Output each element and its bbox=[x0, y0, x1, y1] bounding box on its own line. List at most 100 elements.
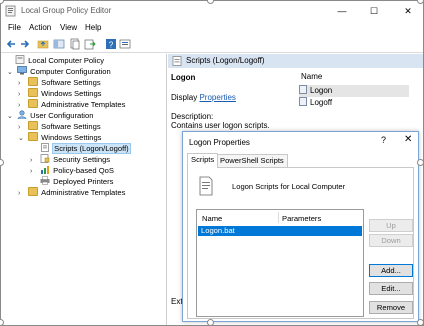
chevron-down-icon[interactable]: ⌄ bbox=[18, 133, 26, 144]
folder-icon bbox=[28, 77, 39, 86]
tree-label: Software Settings bbox=[41, 78, 101, 87]
copy-icon[interactable] bbox=[69, 38, 81, 50]
user-icon bbox=[17, 110, 27, 119]
console-tree: Local Computer Policy ⌄ Computer Configu… bbox=[1, 54, 167, 325]
item-title: Logon bbox=[171, 73, 196, 82]
add-button[interactable]: Add... bbox=[369, 264, 413, 277]
printer-icon bbox=[40, 176, 50, 185]
properties-icon[interactable] bbox=[119, 38, 131, 50]
tree-item-policy-based-qos[interactable]: › Policy-based QoS bbox=[30, 165, 114, 176]
tree-item-scripts-logon-logoff[interactable]: Scripts (Logon/Logoff) bbox=[30, 143, 131, 154]
security-icon bbox=[40, 154, 50, 163]
script-icon bbox=[299, 85, 307, 94]
script-icon bbox=[299, 97, 307, 106]
down-button[interactable]: Down bbox=[369, 234, 413, 247]
chevron-right-icon[interactable]: › bbox=[18, 188, 26, 199]
show-hide-tree-icon[interactable] bbox=[53, 38, 65, 50]
folder-icon bbox=[28, 187, 39, 196]
list-item-logoff[interactable]: Logoff bbox=[299, 97, 409, 109]
tree-label: Policy-based QoS bbox=[53, 166, 114, 175]
chevron-down-icon[interactable]: ⌄ bbox=[7, 111, 15, 122]
tree-label: Scripts (Logon/Logoff) bbox=[52, 143, 131, 154]
tree-item-computer-configuration[interactable]: ⌄ Computer Configuration bbox=[7, 66, 111, 77]
detail-header-title: Scripts (Logon/Logoff) bbox=[186, 56, 265, 65]
computer-icon bbox=[17, 66, 27, 75]
menu-file[interactable]: File bbox=[8, 23, 21, 32]
tree-item-user-configuration[interactable]: ⌄ User Configuration bbox=[7, 110, 93, 121]
chevron-down-icon[interactable]: ⌄ bbox=[7, 67, 15, 78]
title-bar[interactable]: Local Group Policy Editor — ☐ ✕ bbox=[1, 1, 423, 21]
tree-label: Administrative Templates bbox=[41, 188, 126, 197]
folder-icon bbox=[28, 99, 39, 108]
folder-icon bbox=[28, 132, 39, 141]
name-column-header[interactable]: Name bbox=[301, 72, 322, 81]
list-item-label: Logoff bbox=[310, 98, 333, 107]
script-icon bbox=[172, 56, 182, 66]
tree-label: Software Settings bbox=[41, 122, 101, 131]
back-arrow-icon[interactable] bbox=[5, 38, 17, 50]
scripts-tab-panel: Logon Scripts for Local Computer Name Pa… bbox=[187, 167, 414, 319]
detail-header: Scripts (Logon/Logoff) bbox=[168, 54, 423, 68]
scripts-section-title: Logon Scripts for Local Computer bbox=[232, 182, 346, 191]
tree-item-software-settings[interactable]: › Software Settings bbox=[18, 77, 101, 88]
tab-powershell-scripts[interactable]: PowerShell Scripts bbox=[216, 154, 288, 167]
window-title: Local Group Policy Editor bbox=[21, 6, 112, 15]
list-item-label: Logon bbox=[310, 86, 333, 95]
tree-item-deployed-printers[interactable]: Deployed Printers bbox=[30, 176, 113, 187]
tree-item-local-computer-policy[interactable]: Local Computer Policy bbox=[5, 55, 104, 66]
forward-arrow-icon[interactable] bbox=[19, 38, 31, 50]
tree-label: User Configuration bbox=[30, 111, 94, 120]
column-header-name[interactable]: Name bbox=[202, 214, 222, 223]
maximize-button[interactable]: ☐ bbox=[359, 1, 389, 21]
policy-editor-icon bbox=[5, 5, 16, 17]
menu-action[interactable]: Action bbox=[29, 23, 51, 32]
dialog-title: Logon Properties bbox=[189, 138, 250, 147]
remove-button[interactable]: Remove bbox=[369, 301, 413, 314]
tree-label: Windows Settings bbox=[41, 133, 102, 142]
tree-item-windows-settings[interactable]: › Windows Settings bbox=[18, 88, 101, 99]
tree-label: Deployed Printers bbox=[53, 177, 114, 186]
tree-item-user-windows-settings[interactable]: ⌄ Windows Settings bbox=[18, 132, 101, 143]
menu-help[interactable]: Help bbox=[85, 23, 101, 32]
folder-icon bbox=[28, 121, 39, 130]
tree-item-administrative-templates[interactable]: › Administrative Templates bbox=[18, 99, 125, 110]
toolbar: ? bbox=[1, 35, 423, 53]
tree-label: Administrative Templates bbox=[41, 100, 126, 109]
help-button[interactable]: ? bbox=[381, 135, 386, 145]
list-item-logon[interactable]: Logon bbox=[299, 85, 409, 97]
column-header-parameters[interactable]: Parameters bbox=[282, 214, 321, 223]
resize-handle[interactable] bbox=[207, 319, 214, 326]
edit-button[interactable]: Edit... bbox=[369, 282, 413, 295]
up-folder-icon[interactable] bbox=[37, 38, 49, 50]
tree-item-user-software-settings[interactable]: › Software Settings bbox=[18, 121, 101, 132]
scripts-table: Name Parameters Logon.bat bbox=[196, 209, 364, 317]
menu-bar: File Action View Help bbox=[1, 21, 423, 35]
menu-view[interactable]: View bbox=[60, 23, 77, 32]
policy-icon bbox=[15, 55, 25, 64]
table-row[interactable]: Logon.bat bbox=[198, 226, 362, 236]
extended-tab[interactable]: Ext bbox=[171, 297, 183, 306]
resize-handle[interactable] bbox=[417, 319, 424, 326]
tree-label: Windows Settings bbox=[41, 89, 102, 98]
close-button[interactable]: ✕ bbox=[393, 1, 423, 21]
qos-chart-icon bbox=[41, 166, 50, 174]
folder-icon bbox=[28, 88, 39, 97]
up-button[interactable]: Up bbox=[369, 219, 413, 232]
tree-item-security-settings[interactable]: › Security Settings bbox=[30, 154, 110, 165]
display-properties-row: Display Properties bbox=[171, 93, 236, 102]
display-label: Display bbox=[171, 93, 198, 102]
export-icon[interactable] bbox=[84, 38, 96, 50]
resize-handle[interactable] bbox=[417, 159, 424, 166]
column-divider[interactable] bbox=[278, 212, 279, 223]
properties-link[interactable]: Properties bbox=[199, 93, 235, 102]
tree-item-user-administrative-templates[interactable]: › Administrative Templates bbox=[18, 187, 125, 198]
help-icon[interactable]: ? bbox=[105, 38, 117, 50]
script-document-icon bbox=[199, 176, 213, 196]
logon-properties-dialog: Logon Properties ? ✕ Scripts PowerShell … bbox=[182, 131, 419, 322]
script-icon bbox=[41, 143, 49, 152]
svg-text:?: ? bbox=[109, 41, 114, 50]
minimize-button[interactable]: — bbox=[327, 1, 357, 21]
tree-label: Computer Configuration bbox=[30, 67, 111, 76]
tab-scripts[interactable]: Scripts bbox=[187, 153, 219, 168]
dialog-close-button[interactable]: ✕ bbox=[404, 134, 412, 145]
